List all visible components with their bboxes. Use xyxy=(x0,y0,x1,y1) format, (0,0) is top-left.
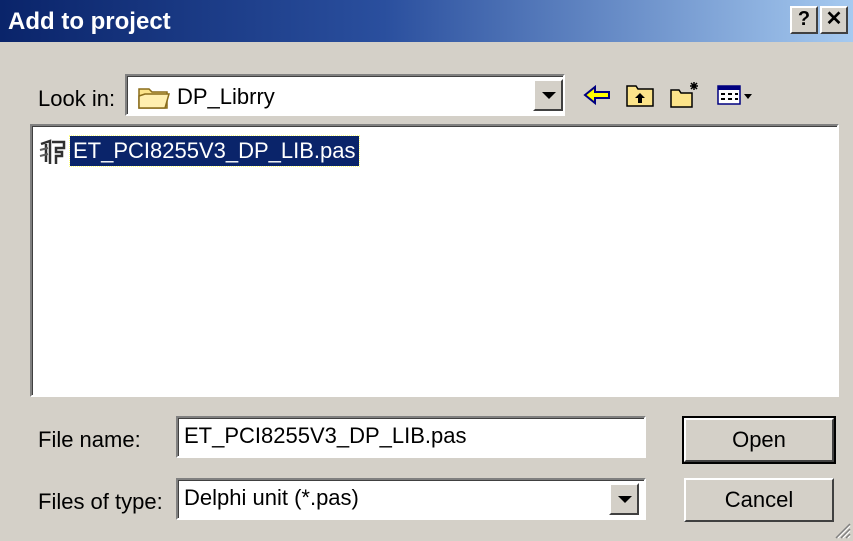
folder-icon xyxy=(138,88,170,109)
file-name-value: ET_PCI8255V3_DP_LIB.pas xyxy=(184,423,467,448)
close-button[interactable]: ✕ xyxy=(820,6,848,34)
title-bar[interactable]: Add to project ? ✕ xyxy=(0,0,853,42)
file-type-dropdown-button[interactable] xyxy=(609,483,639,515)
look-in-label: Look in: xyxy=(38,86,116,111)
file-type-value: Delphi unit (*.pas) xyxy=(184,485,359,510)
cancel-button[interactable]: Cancel xyxy=(684,478,834,522)
file-name-field[interactable]: ET_PCI8255V3_DP_LIB.pas xyxy=(176,416,646,458)
look-in-combo[interactable]: DP_Librry xyxy=(125,74,565,116)
back-icon[interactable] xyxy=(581,80,613,110)
look-in-dropdown-button[interactable] xyxy=(533,79,563,111)
view-menu-icon[interactable] xyxy=(715,80,755,110)
file-name-label: File name: xyxy=(38,427,141,452)
file-type-label: Files of type: xyxy=(38,489,163,514)
window-title: Add to project xyxy=(8,8,171,35)
help-button[interactable]: ? xyxy=(790,6,818,34)
open-button[interactable]: Open xyxy=(682,416,836,464)
delphi-unit-icon xyxy=(39,139,66,164)
new-folder-icon[interactable] xyxy=(668,80,700,110)
file-list[interactable]: ET_PCI8255V3_DP_LIB.pas xyxy=(30,124,839,397)
file-type-combo[interactable]: Delphi unit (*.pas) xyxy=(176,478,646,520)
look-in-value: DP_Librry xyxy=(177,84,275,109)
file-name-label: ET_PCI8255V3_DP_LIB.pas xyxy=(69,135,360,167)
resize-grip-icon[interactable] xyxy=(833,521,851,539)
up-folder-icon[interactable] xyxy=(624,80,656,110)
